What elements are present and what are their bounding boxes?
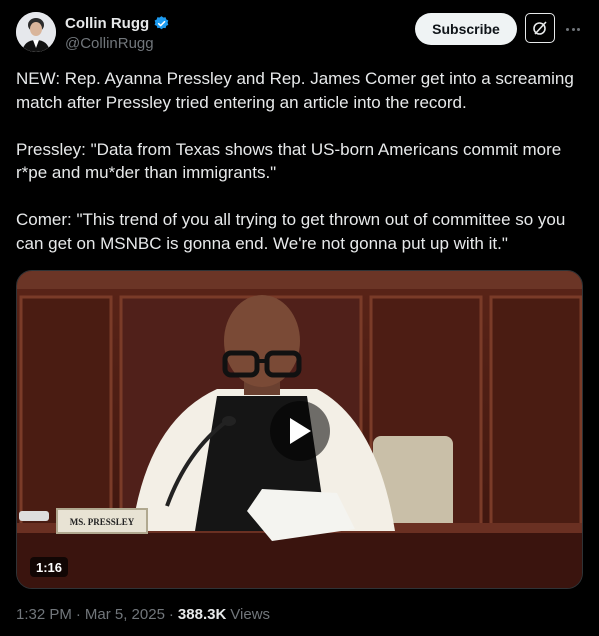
tweet-meta: 1:32 PM · Mar 5, 2025 · 388.3K Views — [16, 606, 270, 623]
author-block: Collin Rugg @CollinRugg — [65, 13, 170, 52]
subscribe-button[interactable]: Subscribe — [415, 13, 517, 45]
tweet-header: Collin Rugg @CollinRugg Subscribe — [16, 12, 583, 56]
views-count: 388.3K — [177, 606, 227, 623]
nameplate-text: MS. PRESSLEY — [70, 517, 135, 527]
avatar[interactable] — [16, 12, 56, 52]
author-name[interactable]: Collin Rugg — [65, 15, 149, 32]
author-handle[interactable]: @CollinRugg — [65, 35, 170, 52]
play-button-icon[interactable] — [270, 401, 330, 461]
verified-badge-icon — [153, 15, 170, 32]
meta-separator: · — [168, 606, 174, 623]
more-options-icon[interactable] — [562, 20, 584, 38]
tweet-date[interactable]: Mar 5, 2025 — [85, 606, 165, 623]
tweet-text: NEW: Rep. Ayanna Pressley and Rep. James… — [16, 69, 574, 253]
tweet-time[interactable]: 1:32 PM — [16, 606, 72, 623]
video-duration-badge: 1:16 — [30, 557, 69, 577]
video-player[interactable]: MS. PRESSLEY 1:16 — [16, 270, 583, 589]
views-label: Views — [230, 606, 271, 623]
meta-separator: · — [75, 606, 81, 623]
grok-icon[interactable] — [525, 13, 555, 43]
